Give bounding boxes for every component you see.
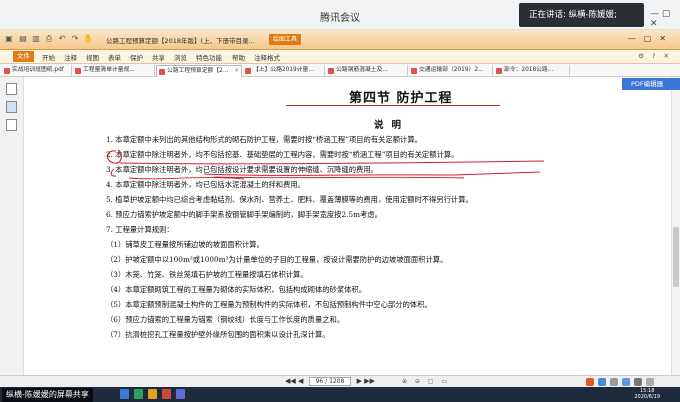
document-tab-bar: 实战培训班图纸.pdf 工程量清单计量规... 公路工程预算定额【2... × 【…	[0, 64, 680, 77]
vertical-scrollbar[interactable]	[671, 77, 680, 375]
app-icon[interactable]	[148, 389, 157, 399]
menu-help[interactable]: 帮助	[232, 52, 245, 62]
pdf-icon	[4, 68, 10, 74]
app-icon[interactable]	[134, 389, 143, 399]
menu-form[interactable]: 表单	[108, 52, 121, 62]
menu-annotate[interactable]: 注释	[64, 52, 77, 62]
pdf-page: 第四节 防护工程 说明 1. 本章定额中未列出的其他结构形式的砌石防护工程，需要…	[24, 77, 671, 375]
attachment-icon[interactable]	[6, 119, 17, 131]
tab-document-4[interactable]: 【上】公路2019计量...	[243, 65, 325, 77]
hand-icon[interactable]: ✋	[83, 33, 93, 45]
app-logo-icon: ▣	[5, 34, 13, 43]
menu-view[interactable]: 视图	[86, 52, 99, 62]
prev-page-controls[interactable]: ◀◀ ◀	[285, 377, 303, 385]
settings-icon[interactable]	[646, 378, 654, 386]
text-line: （6）预应力锚索的工程量为锚索（钢绞线）长度与工作长度的质量之和。	[106, 315, 345, 324]
status-bar: ◀◀ ◀ 96 / 1208 ▶ ▶▶ ⊕ ⊖ ▢ ▭	[0, 375, 680, 387]
text-line: （3）木笼、竹笼、铁丝笼填石护坡的工程量按填石体积计算。	[106, 270, 308, 279]
thumbnail-icon[interactable]	[6, 101, 17, 113]
pdf-icon	[496, 68, 502, 74]
sub-heading: 说明	[374, 120, 410, 131]
left-sidebar	[0, 77, 24, 375]
speaker-indicator: 正在讲话: 纵横-陈媛媛;	[519, 3, 644, 27]
menu-file[interactable]: 文件	[13, 51, 34, 62]
tab-document-3[interactable]: 公路工程预算定额【2... ×	[156, 65, 242, 77]
text-line: （2）护坡定额中以100m²或1000m³为计量单位的子目的工程量，按设计需要防…	[106, 255, 448, 264]
bookmark-icon[interactable]	[6, 83, 17, 95]
page-navigation: ◀◀ ◀ 96 / 1208 ▶ ▶▶	[285, 377, 375, 386]
text-line: 6. 预应力锚索护坡定额中的脚手架系按钢管脚手架编制的，脚手架宽度按2.5m考虑…	[106, 210, 382, 219]
app-title: 公路工程预算定额【2018年版】(上、下册带目录...	[106, 37, 255, 45]
text-line: （1）铺草皮工程量按所铺边坡的坡面面积计算。	[106, 240, 264, 249]
app-window-controls[interactable]: —▢✕	[628, 34, 674, 43]
app-title-bar: ▣ ▤ ▥ ⎙ ↶ ↷ ✋ 公路工程预算定额【2018年版】(上、下册带目录..…	[0, 30, 680, 50]
text-line: 2. 本章定额中除注明者外，均不包括挖基、基础垫层的工程内容，需要时按“桥涵工程…	[106, 150, 459, 159]
system-clock[interactable]: 15:18 2020/6/19	[634, 388, 660, 400]
next-page-controls[interactable]: ▶ ▶▶	[357, 377, 375, 385]
punctuation-icon[interactable]	[610, 378, 618, 386]
keyboard-icon[interactable]	[634, 378, 642, 386]
menu-share[interactable]: 共享	[152, 52, 165, 62]
tab-document-5[interactable]: 公路钢筋混凝土及...	[326, 65, 408, 77]
text-line: 4. 本章定额中除注明者外，均已包括水泥混凝土的拌和费用。	[106, 180, 305, 189]
close-icon[interactable]: ×	[234, 66, 239, 77]
pdf-editor-button[interactable]: PDF编辑器	[622, 78, 680, 90]
text-line: 3. 本章定额中除注明者外，均已包括按设计要求需要设置的伸缩缝、沉降缝的费用。	[106, 165, 378, 174]
text-line: （4）本章定额砌筑工程的工程量为砌体的实际体积，包括构成砌体的砂浆体积。	[106, 285, 367, 294]
meeting-title-bar: 腾讯会议 正在讲话: 纵横-陈媛媛; — ▢ ✕	[0, 0, 680, 30]
menu-bar: 文件 开始 注释 视图 表单 保护 共享 浏览 特色功能 帮助 注释格式 ⚙ ?…	[0, 50, 680, 64]
pdf-icon	[159, 69, 165, 75]
save-icon[interactable]: ▥	[31, 33, 41, 45]
text-line: （7）抗滑桩挖孔工程量按护壁外缘所包围的面积乘以设计孔深计算。	[106, 330, 330, 339]
taskbar: 15:18 2020/6/19	[0, 387, 680, 402]
tab-document-7[interactable]: 部令：2018公路...	[494, 65, 570, 77]
screen-share-label: 纵横-陈媛媛的屏幕共享	[2, 388, 93, 402]
menu-home[interactable]: 开始	[42, 52, 55, 62]
pdf-icon	[75, 68, 81, 74]
tab-document-1[interactable]: 实战培训班图纸.pdf	[2, 65, 72, 77]
print-icon[interactable]: ⎙	[44, 33, 54, 45]
menu-annotation-format[interactable]: 注释格式	[254, 52, 280, 62]
mic-icon[interactable]	[622, 378, 630, 386]
open-icon[interactable]: ▤	[18, 33, 28, 45]
scrollbar-thumb[interactable]	[673, 227, 679, 287]
menu-right-controls[interactable]: ⚙ ? ✕	[638, 52, 672, 60]
menu-features[interactable]: 特色功能	[196, 52, 222, 62]
language-icon[interactable]	[598, 378, 606, 386]
app-icon[interactable]	[176, 389, 185, 399]
tab-document-6[interactable]: 交通运输部（2019）2...	[409, 65, 493, 77]
redo-icon[interactable]: ↷	[70, 33, 80, 45]
section-title: 第四节 防护工程	[349, 91, 453, 106]
page-number-field[interactable]: 96 / 1208	[308, 377, 352, 386]
text-line: 7. 工程量计算规则：	[106, 225, 174, 234]
meeting-window-controls[interactable]: — ▢ ✕	[650, 9, 680, 29]
app-icon[interactable]	[162, 389, 171, 399]
pdf-icon	[328, 68, 334, 74]
tab-document-2[interactable]: 工程量清单计量规...	[73, 65, 155, 77]
title-underline	[286, 105, 500, 106]
ime-icon[interactable]	[586, 378, 594, 386]
menu-browse[interactable]: 浏览	[174, 52, 187, 62]
text-line: 5. 植草护坡定额中均已综合考虑黏结剂、保水剂、营养土、肥料、覆盖薄膜等的费用，…	[106, 195, 473, 204]
undo-icon[interactable]: ↶	[57, 33, 67, 45]
text-line: 1. 本章定额中未列出的其他结构形式的砌石防护工程，需要时按“桥涵工程”项目的有…	[106, 135, 422, 144]
text-line: （5）本章定额预制混凝土构件的工程量为预制构件的实际体积，不包括预制构件中空心部…	[106, 300, 432, 309]
drawing-tools-tab[interactable]: 绘图工具	[269, 34, 302, 45]
app-icon[interactable]	[120, 389, 129, 399]
pdf-icon	[411, 68, 417, 74]
zoom-controls[interactable]: ⊕ ⊖ ▢ ▭	[402, 378, 450, 385]
pdf-icon	[245, 68, 251, 74]
clock-date: 2020/6/19	[634, 394, 660, 400]
menu-protect[interactable]: 保护	[130, 52, 143, 62]
